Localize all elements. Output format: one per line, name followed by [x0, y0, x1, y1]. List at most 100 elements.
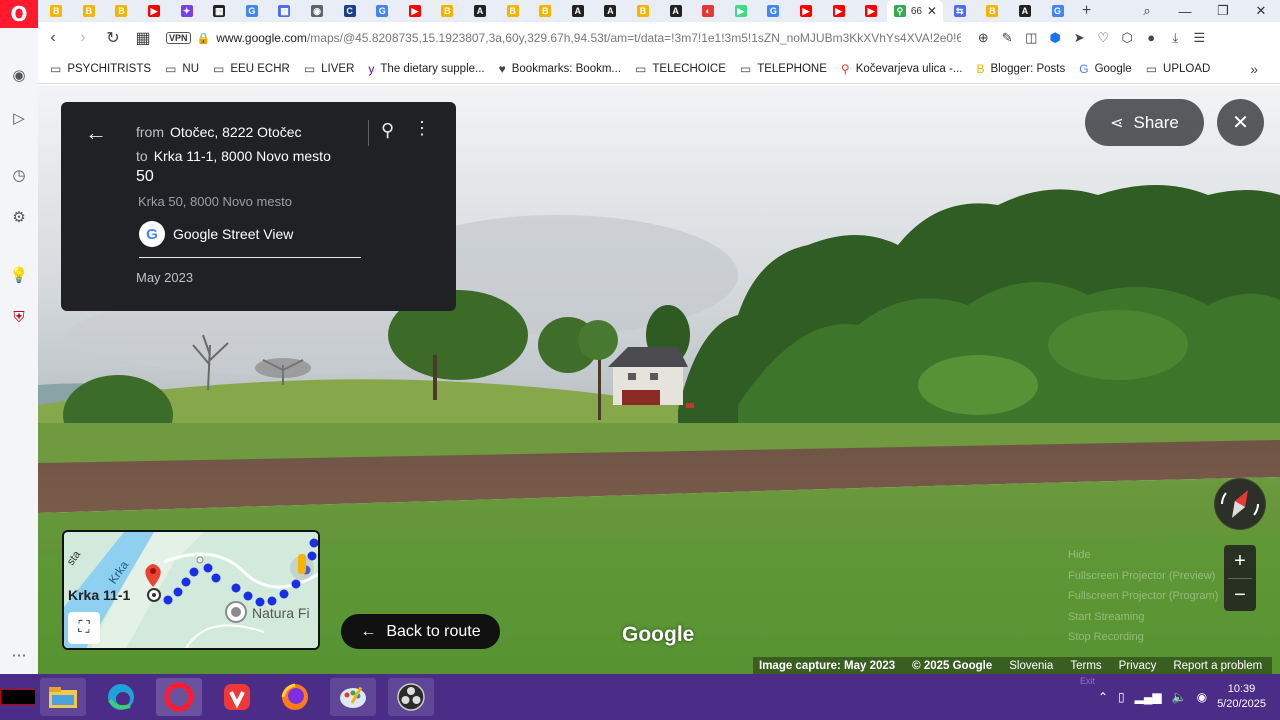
opera-logo-icon[interactable]: O [0, 0, 38, 28]
browser-tab[interactable]: ◉ [301, 0, 334, 22]
privacy-link[interactable]: Privacy [1119, 660, 1157, 672]
close-window-button[interactable]: ✕ [1242, 0, 1280, 22]
bookmark-item[interactable]: ▭ TELECHOICE [635, 62, 726, 76]
reload-icon[interactable]: ↻ [98, 23, 128, 53]
tray-chevron-icon[interactable]: ⌃ [1098, 690, 1108, 704]
vivaldi-icon[interactable] [214, 678, 260, 716]
street-view-provider[interactable]: G Google Street View [139, 221, 293, 247]
profile-icon[interactable]: ● [1139, 30, 1163, 46]
share-button[interactable]: ⋖ Share [1085, 99, 1204, 146]
minimize-button[interactable]: — [1166, 0, 1204, 22]
lock-icon[interactable]: 🔒 [197, 32, 211, 45]
bookmark-item[interactable]: ▭ EEU ECHR [213, 62, 290, 76]
forward-icon[interactable]: › [68, 23, 98, 53]
capture-date[interactable]: May 2023 [136, 270, 193, 285]
bookmark-item[interactable]: ▭ UPLOAD [1146, 62, 1211, 76]
country-link[interactable]: Slovenia [1009, 660, 1053, 672]
active-tab[interactable]: ⚲ 66 ✕ [887, 0, 944, 22]
browser-tab[interactable]: ▶ [822, 0, 855, 22]
more-vert-icon[interactable]: ⋮ [413, 118, 431, 139]
edit-icon[interactable]: ✎ [995, 30, 1019, 46]
maximize-button[interactable]: ❐ [1204, 0, 1242, 22]
send-icon[interactable]: ➤ [1067, 30, 1091, 46]
sidebar-more-icon[interactable]: ⋯ [8, 644, 30, 666]
network-icon[interactable]: ▂▄▆ [1135, 690, 1162, 704]
bookmarks-overflow-icon[interactable]: » [1250, 61, 1258, 77]
cube-icon[interactable]: ⬡ [1115, 30, 1139, 46]
close-street-view-button[interactable]: ✕ [1217, 99, 1264, 146]
compass-icon[interactable] [1214, 478, 1266, 530]
bookmark-item[interactable]: ⚲ Kočevarjeva ulica -... [841, 62, 963, 76]
browser-tab[interactable]: A [1009, 0, 1042, 22]
shield-icon[interactable]: ⬢ [1043, 30, 1067, 46]
heart-icon[interactable]: ♡ [1091, 30, 1115, 46]
bookmark-item[interactable]: y The dietary supple... [368, 62, 484, 76]
battery-icon[interactable]: ▯ [1118, 690, 1125, 704]
opera-taskbar-icon[interactable] [156, 678, 202, 716]
browser-tab[interactable]: ▶ [138, 0, 171, 22]
back-arrow-icon[interactable]: ← [85, 120, 107, 146]
expand-map-icon[interactable]: ⛶ [68, 612, 100, 644]
browser-tab[interactable]: B [496, 0, 529, 22]
terms-link[interactable]: Terms [1070, 660, 1101, 672]
speed-dial-icon[interactable]: ▦ [128, 23, 158, 53]
browser-tab[interactable]: B [73, 0, 106, 22]
taskbar-thumbnail[interactable] [0, 689, 36, 705]
browser-tab[interactable]: ✦ [170, 0, 203, 22]
obs-icon[interactable] [388, 678, 434, 716]
browser-tab[interactable]: ⇆ [943, 0, 976, 22]
browser-tab[interactable]: A [464, 0, 497, 22]
url-field[interactable]: www.google.com/maps/@45.8208735,15.19238… [216, 31, 961, 45]
settings-gear-icon[interactable]: ⚙ [8, 206, 30, 228]
zoom-out-button[interactable]: − [1224, 579, 1256, 612]
browser-tab[interactable]: G [757, 0, 790, 22]
edge-icon[interactable] [98, 678, 144, 716]
browser-tab[interactable]: ◐ [692, 0, 725, 22]
browser-tab[interactable]: ▶ [855, 0, 888, 22]
browser-tab[interactable]: B [529, 0, 562, 22]
bookmark-item[interactable]: ▭ PSYCHITRISTS [50, 62, 151, 76]
zoom-in-button[interactable]: + [1224, 545, 1256, 578]
browser-tab[interactable]: ▦ [268, 0, 301, 22]
history-icon[interactable]: ◷ [8, 164, 30, 186]
browser-tab[interactable]: G [236, 0, 269, 22]
report-problem-link[interactable]: Report a problem [1173, 660, 1262, 672]
paint-icon[interactable] [330, 678, 376, 716]
camera-icon[interactable]: ◫ [1019, 30, 1043, 46]
browser-tab[interactable]: ▶ [724, 0, 757, 22]
easy-setup-icon[interactable]: ☰ [1187, 30, 1211, 46]
volume-icon[interactable]: 🔈 [1172, 690, 1187, 704]
browser-tab[interactable]: A [562, 0, 595, 22]
browser-tab[interactable]: B [976, 0, 1009, 22]
browser-tab[interactable]: ▶ [399, 0, 432, 22]
browser-tab[interactable]: ▦ [203, 0, 236, 22]
bookmark-item[interactable]: ♥ Bookmarks: Bookm... [499, 62, 621, 76]
new-tab-button[interactable]: + [1082, 2, 1091, 20]
browser-tab[interactable]: C [333, 0, 366, 22]
obs-tray-icon[interactable]: ◉ [1197, 690, 1207, 704]
bookmark-item[interactable]: G Google [1079, 62, 1131, 76]
clock[interactable]: 10:39 5/20/2025 [1217, 682, 1266, 712]
ublock-icon[interactable]: ⛨ [8, 306, 30, 328]
flow-icon[interactable]: ▷ [8, 107, 30, 129]
file-explorer-icon[interactable] [40, 678, 86, 716]
back-to-route-button[interactable]: ← Back to route [341, 614, 500, 649]
browser-tab[interactable]: G [366, 0, 399, 22]
map-pin-icon[interactable]: ⚲ [381, 120, 394, 141]
minimap[interactable]: sta Krka Krka 11-1 Natura Fi ⛶ [62, 530, 320, 650]
search-tabs-icon[interactable]: ⌕ [1128, 0, 1166, 22]
browser-tab[interactable]: A [659, 0, 692, 22]
browser-tab[interactable]: G [1041, 0, 1074, 22]
browser-tab[interactable]: B [40, 0, 73, 22]
browser-tab[interactable]: B [105, 0, 138, 22]
bookmark-item[interactable]: B Blogger: Posts [976, 62, 1065, 76]
browser-tab[interactable]: B [431, 0, 464, 22]
firefox-icon[interactable] [272, 678, 318, 716]
lightbulb-icon[interactable]: 💡 [8, 264, 30, 286]
bookmark-item[interactable]: ▭ TELEPHONE [740, 62, 827, 76]
bookmark-item[interactable]: ▭ LIVER [304, 62, 355, 76]
download-icon[interactable]: ⤓ [1163, 30, 1187, 46]
zoom-icon[interactable]: ⊕ [971, 30, 995, 46]
close-tab-icon[interactable]: ✕ [927, 4, 937, 18]
back-icon[interactable]: ‹ [38, 23, 68, 53]
